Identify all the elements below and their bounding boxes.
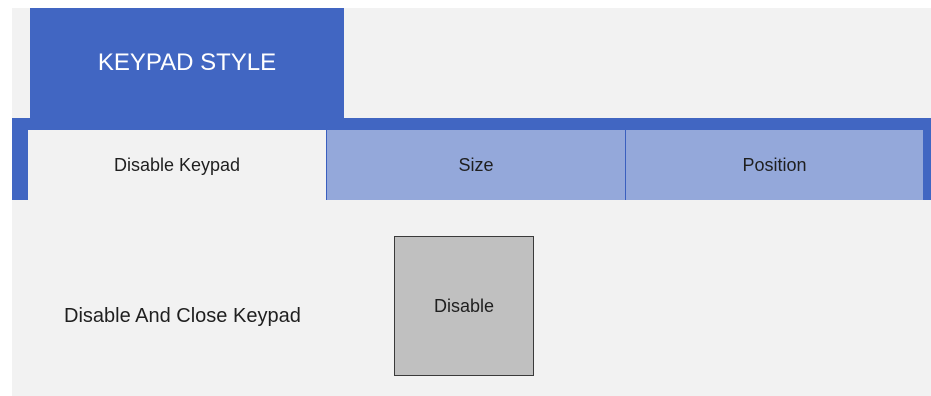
tab-label: Size: [458, 154, 494, 175]
tab-label: Disable Keypad: [113, 154, 241, 175]
disable-and-close-keypad-label: Disable And Close Keypad: [64, 305, 301, 327]
header-title: KEYPAD STYLE: [97, 49, 277, 76]
disable-button[interactable]: Disable: [394, 236, 534, 376]
tab-disable-keypad[interactable]: Disable Keypad: [28, 130, 326, 200]
tab-label: Position: [742, 154, 807, 175]
tab-bar: Disable Keypad Size Position: [12, 118, 931, 200]
keypad-style-header-tab[interactable]: KEYPAD STYLE: [30, 8, 344, 118]
tab-size[interactable]: Size: [326, 130, 625, 200]
disable-button-label: Disable: [433, 295, 495, 316]
tab-position[interactable]: Position: [625, 130, 923, 200]
